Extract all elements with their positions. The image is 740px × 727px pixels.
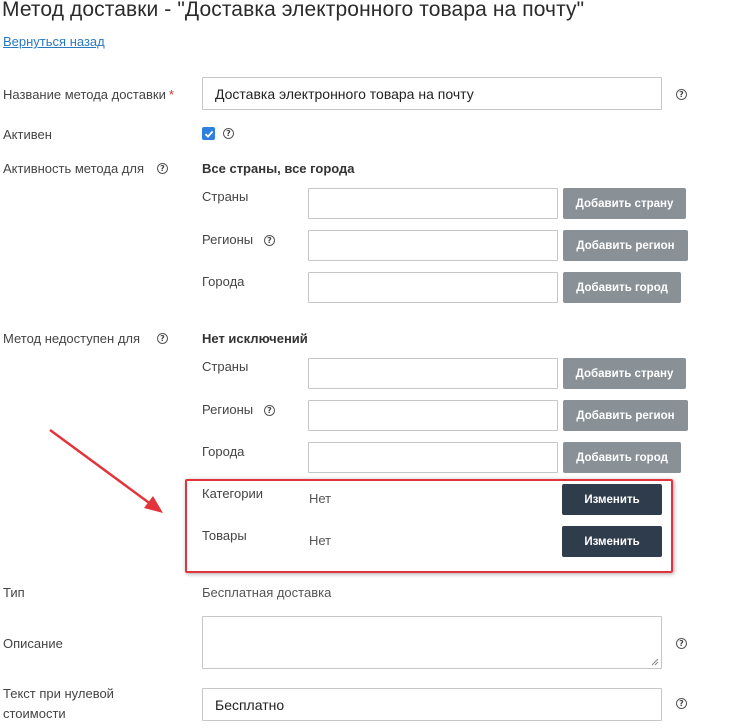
type-value: Бесплатная доставка bbox=[202, 585, 332, 600]
zero-cost-label-line1: Текст при нулевой bbox=[3, 686, 114, 701]
description-textarea[interactable] bbox=[202, 616, 662, 669]
help-icon[interactable]: ? bbox=[676, 698, 687, 709]
zero-cost-input[interactable]: Бесплатно bbox=[202, 688, 662, 721]
help-icon[interactable]: ? bbox=[676, 638, 687, 649]
description-label: Описание bbox=[3, 636, 63, 651]
type-label: Тип bbox=[3, 585, 25, 600]
resize-handle-icon[interactable] bbox=[651, 658, 659, 666]
zero-cost-input-value: Бесплатно bbox=[215, 696, 285, 713]
zero-cost-label-line2: стоимости bbox=[3, 706, 66, 721]
